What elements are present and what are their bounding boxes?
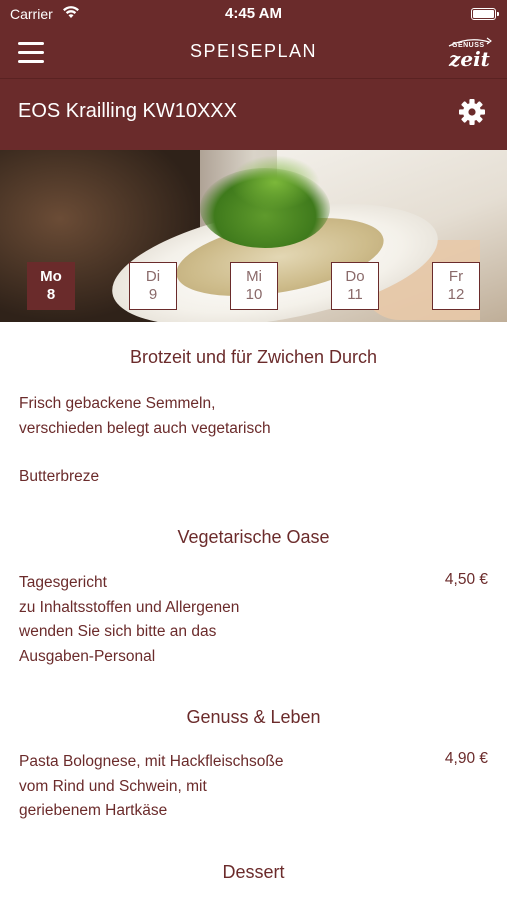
day-tab-di[interactable]: Di 9 [129, 262, 177, 310]
menu-item-line: Butterbreze [19, 468, 100, 485]
status-time: 4:45 AM [225, 5, 282, 22]
location-header: EOS Krailling KW10XXX [0, 78, 507, 150]
hero-food-image: Mo 8 Di 9 Mi 10 Do 11 Fr 12 [0, 150, 507, 322]
section-title: Vegetarische Oase [177, 527, 330, 547]
nav-bar: SPEISEPLAN GENUSS zeit [0, 28, 507, 78]
day-tab-name: Mo [40, 268, 62, 285]
menu-item: Pasta Bolognese, mit Hackfleischsoße vom… [19, 750, 349, 824]
day-tab-number: 10 [245, 286, 263, 303]
day-tab-do[interactable]: Do 11 [331, 262, 379, 310]
day-tab-name: Do [345, 268, 365, 285]
day-tab-name: Mi [246, 268, 262, 285]
day-tab-number: 11 [347, 286, 363, 303]
menu-item-line: wenden Sie sich bitte an das [19, 623, 217, 640]
menu-item-line: Pasta Bolognese, mit Hackfleischsoße [19, 753, 284, 770]
day-tab-number: 8 [46, 286, 56, 303]
menu-item-line: Ausgaben-Personal [19, 647, 156, 665]
gear-icon[interactable] [458, 98, 486, 126]
menu-item-line: Tagesgericht [19, 574, 107, 591]
day-tab-name: Di [145, 268, 161, 285]
day-tab-name: Fr [448, 268, 464, 285]
menu-item: Butterbreze [19, 465, 349, 490]
menu-item: Frisch gebackene Semmeln, verschieden be… [19, 392, 349, 441]
day-tab-number: 12 [447, 286, 465, 303]
page-title: SPEISEPLAN [189, 41, 318, 61]
menu-item-line: Frisch gebackene Semmeln, [19, 395, 216, 412]
day-tab-mo[interactable]: Mo 8 [27, 262, 75, 310]
menu-item-line: zu Inhaltsstoffen und Allergenen [19, 598, 240, 616]
battery-icon [471, 8, 499, 20]
day-tab-mi[interactable]: Mi 10 [230, 262, 278, 310]
menu-item: Tagesgericht zu Inhaltsstoffen und Aller… [19, 571, 349, 669]
menu-item-line: vom Rind und Schwein, mit [19, 777, 207, 795]
brand-logo-script-text: zeit [449, 47, 490, 71]
brand-logo: GENUSS zeit [443, 32, 495, 74]
status-bar: Carrier 4:45 AM [0, 0, 507, 28]
section-title: Dessert [222, 862, 285, 882]
menu-item-line: geriebenem Hartkäse [19, 802, 168, 819]
menu-item-line: verschieden belegt auch vegetarisch [19, 419, 271, 437]
menu-item-price: 4,50 € [444, 571, 488, 588]
menu-item-price: 4,90 € [444, 750, 488, 767]
section-title: Brotzeit und für Zwichen Durch [129, 347, 378, 367]
day-tab-fr[interactable]: Fr 12 [432, 262, 480, 310]
location-title: EOS Krailling KW10XXX [18, 100, 237, 122]
section-title: Genuss & Leben [186, 707, 321, 727]
day-tab-number: 9 [148, 286, 158, 303]
